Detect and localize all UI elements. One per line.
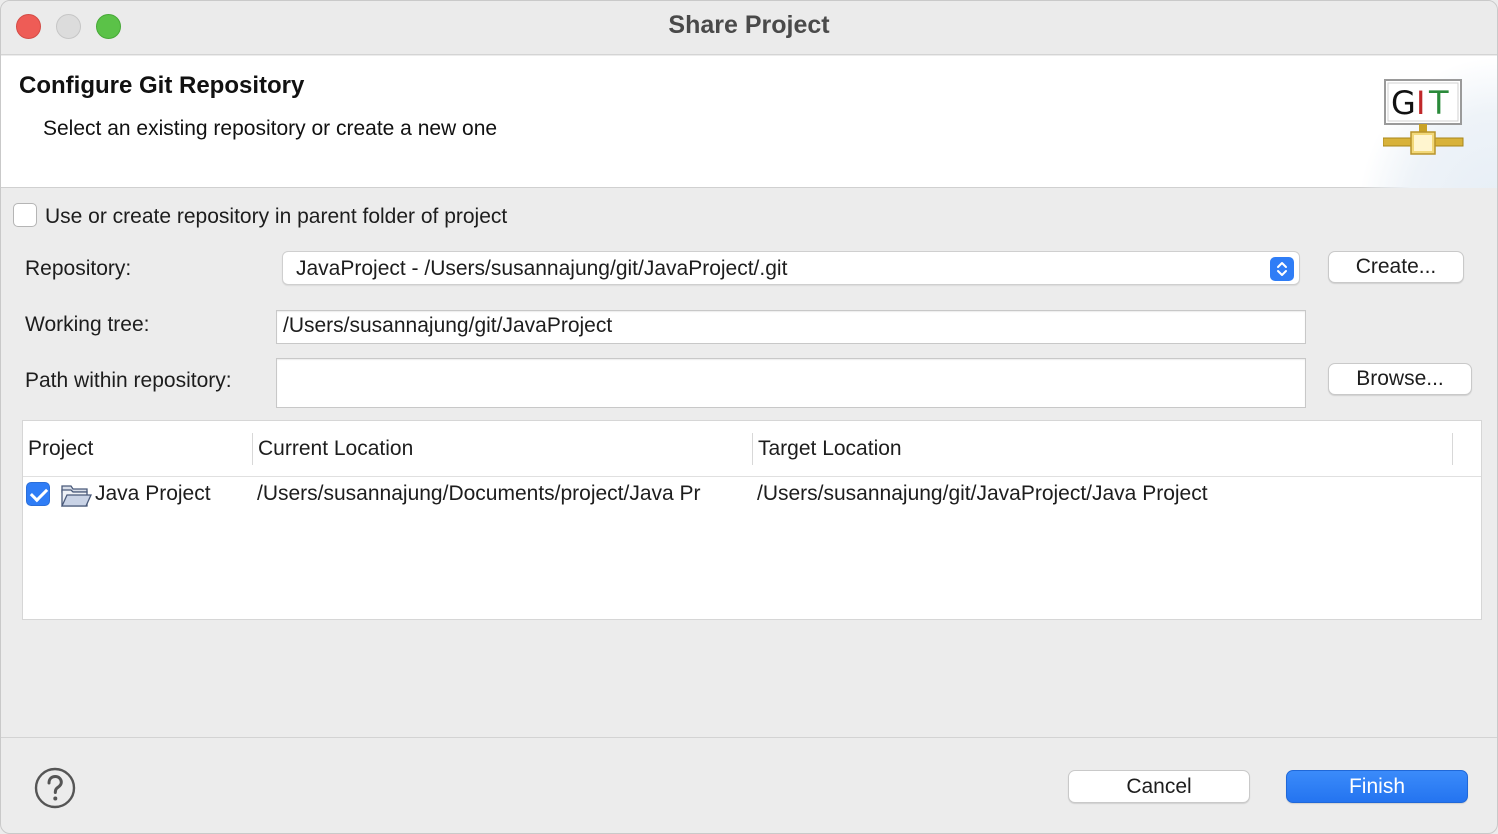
column-header-project[interactable]: Project [28,437,93,461]
path-within-repository-label: Path within repository: [25,369,232,392]
row-target-location: /Users/susannajung/git/JavaProject/Java … [757,482,1208,505]
repository-select[interactable]: JavaProject - /Users/susannajung/git/Jav… [282,251,1300,285]
row-checkbox[interactable] [26,482,50,506]
banner-description: Select an existing repository or create … [43,117,498,140]
parent-folder-checkbox[interactable] [13,203,37,227]
browse-button[interactable]: Browse... [1328,363,1472,395]
repository-label: Repository: [25,257,132,280]
row-project-name: Java Project [95,482,211,505]
working-tree-value: /Users/susannajung/git/JavaProject [283,314,613,337]
window-title: Share Project [668,11,830,39]
table-header: Project Current Location Target Location [23,421,1481,477]
column-divider[interactable] [1452,433,1453,465]
select-arrows-icon [1270,257,1294,281]
parent-folder-label: Use or create repository in parent folde… [45,205,508,228]
path-within-repository-field[interactable] [276,358,1306,408]
cancel-button[interactable]: Cancel [1068,770,1250,803]
wizard-banner: Configure Git Repository Select an exist… [1,56,1497,188]
title-bar: Share Project [1,1,1497,55]
working-tree-field[interactable]: /Users/susannajung/git/JavaProject [276,310,1306,344]
projects-table: Project Current Location Target Location… [22,420,1482,620]
svg-text:G: G [1391,84,1416,122]
footer-divider [1,737,1497,738]
repository-select-value: JavaProject - /Users/susannajung/git/Jav… [296,257,788,280]
column-divider[interactable] [252,433,253,465]
help-icon[interactable] [34,767,76,809]
open-folder-icon [60,485,92,507]
finish-button[interactable]: Finish [1286,770,1468,803]
svg-text:I: I [1416,84,1425,122]
banner-title: Configure Git Repository [19,72,305,99]
share-project-dialog: Share Project Configure Git Repository S… [0,0,1498,834]
column-header-target-location[interactable]: Target Location [758,437,902,461]
svg-text:T: T [1428,84,1449,122]
git-logo-icon: G I T [1383,79,1464,155]
row-current-location: /Users/susannajung/Documents/project/Jav… [257,482,701,505]
create-repository-button[interactable]: Create... [1328,251,1464,283]
column-header-current-location[interactable]: Current Location [258,437,413,461]
column-divider[interactable] [752,433,753,465]
working-tree-label: Working tree: [25,313,150,336]
